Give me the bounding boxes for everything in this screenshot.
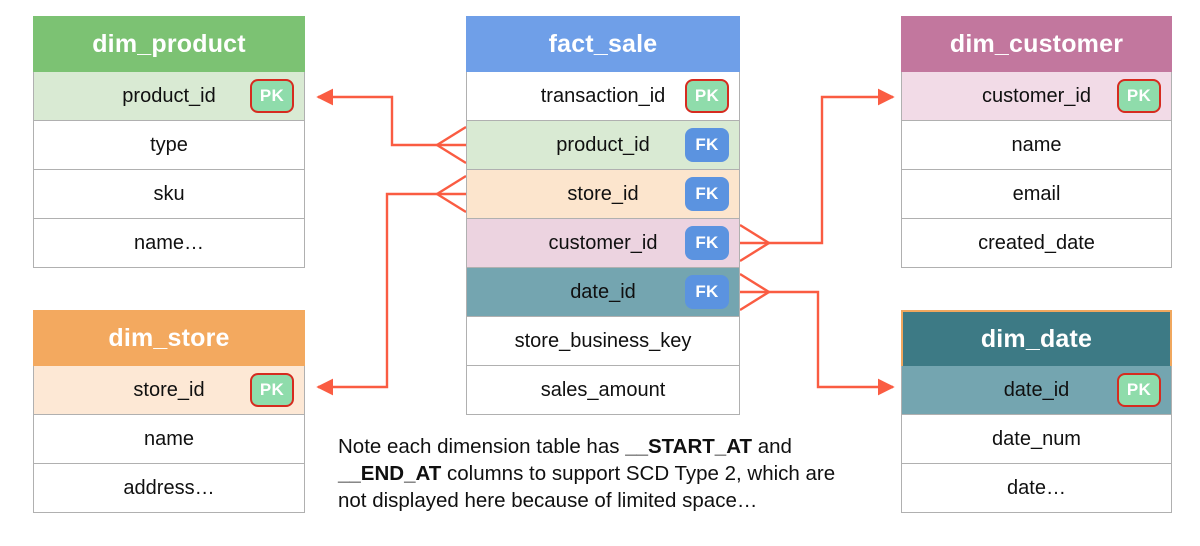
pk-badge: PK (685, 79, 729, 113)
column-row-store-id[interactable]: store_id FK (466, 170, 740, 219)
column-name: type (150, 133, 188, 156)
note-bold-start-at: __START_AT (625, 435, 753, 458)
table-header-dim-date: dim_date (901, 310, 1172, 366)
table-header-dim-product: dim_product (33, 16, 305, 72)
pk-badge: PK (1117, 79, 1161, 113)
column-name: store_id (567, 182, 639, 205)
column-row-date-id[interactable]: date_id PK (901, 366, 1172, 415)
column-row-product-id[interactable]: product_id FK (466, 121, 740, 170)
relationship-product (316, 88, 467, 165)
column-row-transaction-id[interactable]: transaction_id PK (466, 72, 740, 121)
column-row-store-business-key[interactable]: store_business_key (466, 317, 740, 366)
column-row-type[interactable]: type (33, 121, 305, 170)
column-name: sales_amount (540, 378, 666, 401)
column-name: date… (1007, 476, 1066, 499)
column-row-email[interactable]: email (901, 170, 1172, 219)
table-fact-sale[interactable]: fact_sale transaction_id PK product_id F… (466, 16, 740, 415)
column-row-name[interactable]: name (33, 415, 305, 464)
fk-badge: FK (685, 226, 729, 260)
column-row-customer-id[interactable]: customer_id PK (901, 72, 1172, 121)
column-name: date_id (570, 280, 636, 303)
column-name: email (1012, 182, 1061, 205)
relationship-store (316, 174, 467, 396)
column-name: product_id (556, 133, 650, 156)
relationship-customer (739, 88, 895, 263)
column-name: date_num (992, 427, 1081, 450)
column-row-date-num[interactable]: date_num (901, 415, 1172, 464)
column-name: address… (123, 476, 215, 499)
table-header-dim-customer: dim_customer (901, 16, 1172, 72)
column-row-date-id[interactable]: date_id FK (466, 268, 740, 317)
column-name: sku (153, 182, 185, 205)
fk-badge: FK (685, 128, 729, 162)
column-row-name[interactable]: name… (33, 219, 305, 268)
column-row-created-date[interactable]: created_date (901, 219, 1172, 268)
column-row-name[interactable]: name (901, 121, 1172, 170)
pk-badge: PK (250, 373, 294, 407)
fk-badge: FK (685, 275, 729, 309)
column-name: store_business_key (514, 329, 692, 352)
scd-note: Note each dimension table has __START_AT… (338, 433, 866, 514)
pk-badge: PK (250, 79, 294, 113)
column-row-date[interactable]: date… (901, 464, 1172, 513)
column-name: transaction_id (540, 84, 666, 107)
table-header-dim-store: dim_store (33, 310, 305, 366)
column-name: store_id (133, 378, 205, 401)
column-name: name (143, 427, 195, 450)
note-bold-end-at: __END_AT (338, 462, 442, 485)
column-name: name… (133, 231, 205, 254)
column-row-address[interactable]: address… (33, 464, 305, 513)
fk-badge: FK (685, 177, 729, 211)
column-name: created_date (978, 231, 1095, 254)
column-name: date_id (1003, 378, 1070, 401)
relationship-date (739, 272, 895, 396)
note-prefix: Note each dimension table has (338, 435, 626, 458)
table-dim-date[interactable]: dim_date date_id PK date_num date… (901, 310, 1172, 513)
table-dim-product[interactable]: dim_product product_id PK type sku name… (33, 16, 305, 268)
column-row-sku[interactable]: sku (33, 170, 305, 219)
column-name: name (1011, 133, 1062, 156)
column-row-sales-amount[interactable]: sales_amount (466, 366, 740, 415)
column-name: customer_id (982, 84, 1091, 107)
table-dim-store[interactable]: dim_store store_id PK name address… (33, 310, 305, 513)
pk-badge: PK (1117, 373, 1161, 407)
column-name: customer_id (548, 231, 658, 254)
table-header-fact-sale: fact_sale (466, 16, 740, 72)
note-middle: and (752, 435, 792, 458)
table-dim-customer[interactable]: dim_customer customer_id PK name email c… (901, 16, 1172, 268)
column-row-product-id[interactable]: product_id PK (33, 72, 305, 121)
column-row-store-id[interactable]: store_id PK (33, 366, 305, 415)
column-row-customer-id[interactable]: customer_id FK (466, 219, 740, 268)
column-name: product_id (122, 84, 216, 107)
erd-canvas: dim_product product_id PK type sku name…… (0, 0, 1200, 546)
